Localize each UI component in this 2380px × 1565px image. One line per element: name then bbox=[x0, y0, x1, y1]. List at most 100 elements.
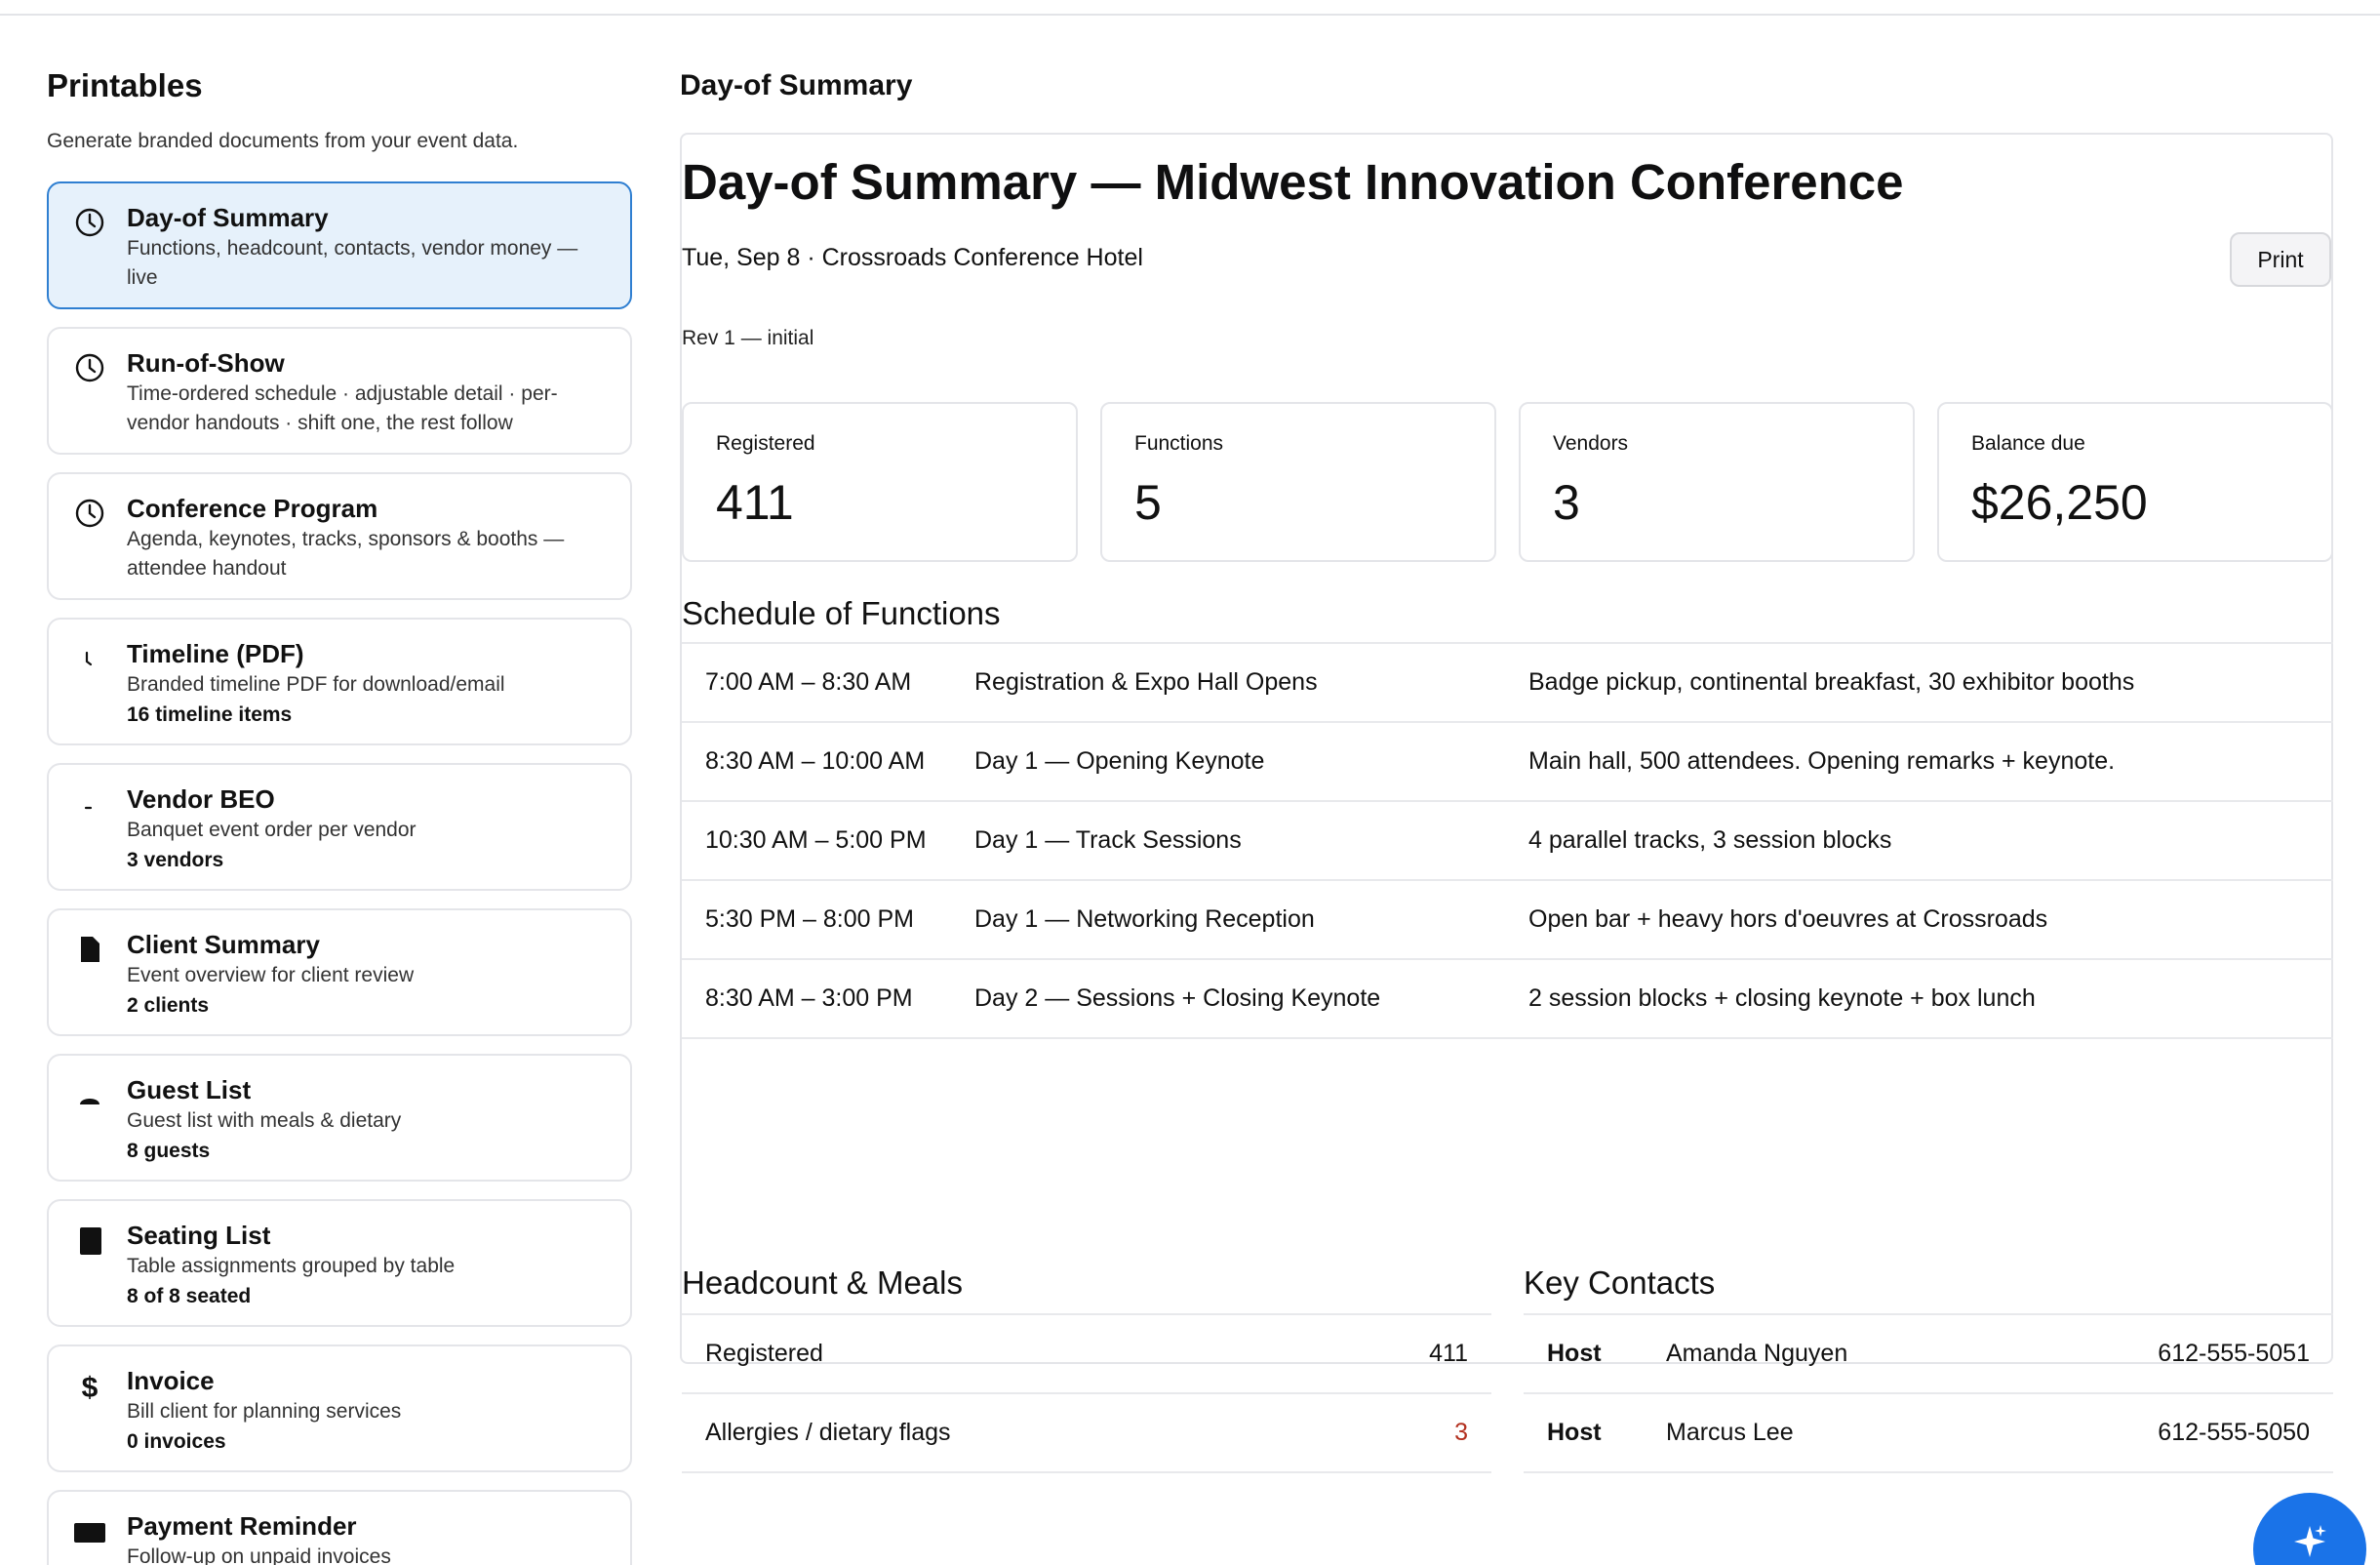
function-time: 10:30 AM – 5:00 PM bbox=[705, 826, 927, 854]
card-title: Day-of Summary bbox=[127, 203, 329, 232]
stat-label: Vendors bbox=[1553, 432, 1629, 455]
card-count: 16 timeline items bbox=[127, 703, 293, 726]
dash-icon bbox=[72, 786, 107, 822]
headcount-value: 411 bbox=[1429, 1340, 1468, 1367]
clock-icon bbox=[72, 496, 107, 531]
stat-vendors: Vendors 3 bbox=[1519, 402, 1915, 562]
document-title: Day-of Summary — Midwest Innovation Conf… bbox=[682, 154, 1904, 210]
dietary-flag-count: 3 bbox=[1454, 1419, 1468, 1446]
clock-icon bbox=[72, 350, 107, 385]
card-title: Invoice bbox=[127, 1366, 215, 1395]
printable-guest-list[interactable]: Guest List Guest list with meals & dieta… bbox=[47, 1054, 632, 1182]
card-title: Guest List bbox=[127, 1075, 252, 1104]
stat-label: Balance due bbox=[1971, 432, 2085, 455]
table-row: Registered 411 bbox=[682, 1315, 1491, 1394]
stat-label: Registered bbox=[716, 432, 815, 455]
person-icon bbox=[72, 1077, 107, 1112]
card-title: Timeline (PDF) bbox=[127, 639, 304, 668]
timeline-icon bbox=[72, 641, 107, 676]
stat-balance-due: Balance due $26,250 bbox=[1937, 402, 2333, 562]
stat-value: 3 bbox=[1553, 475, 1580, 530]
svg-text:$: $ bbox=[82, 1372, 99, 1401]
dollar-icon: $ bbox=[72, 1368, 107, 1403]
printables-sidebar: Printables Generate branded documents fr… bbox=[47, 59, 632, 1565]
bookmark-icon bbox=[72, 1223, 107, 1258]
stat-value: $26,250 bbox=[1971, 475, 2148, 530]
card-desc: Event overview for client review bbox=[127, 964, 415, 986]
contact-role: Host bbox=[1547, 1419, 1602, 1446]
table-row: Host Marcus Lee 612-555-5050 bbox=[1524, 1394, 2333, 1473]
printable-conference-program[interactable]: Conference Program Agenda, keynotes, tra… bbox=[47, 472, 632, 600]
stat-functions: Functions 5 bbox=[1100, 402, 1496, 562]
document-icon bbox=[72, 932, 107, 967]
assistant-fab-button[interactable] bbox=[2253, 1493, 2366, 1565]
clock-icon bbox=[72, 205, 107, 240]
card-count: 8 guests bbox=[127, 1140, 211, 1162]
top-divider bbox=[0, 14, 2380, 16]
card-desc: Banquet event order per vendor bbox=[127, 819, 416, 841]
card-desc: Agenda, keynotes, tracks, sponsors & boo… bbox=[127, 528, 565, 580]
document-subtitle: Tue, Sep 8 · Crossroads Conference Hotel bbox=[682, 244, 1143, 271]
function-note: 4 parallel tracks, 3 session blocks bbox=[1528, 826, 1892, 854]
document-preview: Day-of Summary — Midwest Innovation Conf… bbox=[680, 133, 2333, 1473]
table-row: Host Amanda Nguyen 612-555-5051 bbox=[1524, 1315, 2333, 1394]
sidebar-subtitle: Generate branded documents from your eve… bbox=[47, 130, 519, 152]
contact-name: Marcus Lee bbox=[1666, 1419, 1794, 1446]
revision-label: Rev 1 — initial bbox=[682, 327, 814, 349]
printable-payment-reminder[interactable]: Payment Reminder Follow-up on unpaid inv… bbox=[47, 1490, 632, 1565]
table-row: 10:30 AM – 5:00 PM Day 1 — Track Session… bbox=[682, 802, 2333, 881]
function-time: 8:30 AM – 3:00 PM bbox=[705, 984, 913, 1012]
function-time: 5:30 PM – 8:00 PM bbox=[705, 905, 915, 933]
stat-value: 5 bbox=[1134, 475, 1162, 530]
function-note: 2 session blocks + closing keynote + box… bbox=[1528, 984, 2036, 1012]
table-row: 7:00 AM – 8:30 AM Registration & Expo Ha… bbox=[682, 644, 2333, 723]
function-name: Day 2 — Sessions + Closing Keynote bbox=[974, 984, 1381, 1012]
stat-label: Functions bbox=[1134, 432, 1224, 455]
card-desc: Branded timeline PDF for download/email bbox=[127, 673, 505, 696]
card-icon bbox=[72, 1513, 107, 1548]
card-title: Payment Reminder bbox=[127, 1511, 357, 1541]
card-title: Vendor BEO bbox=[127, 784, 275, 814]
card-desc: Table assignments grouped by table bbox=[127, 1255, 456, 1277]
stat-registered: Registered 411 bbox=[682, 402, 1078, 562]
card-desc: Time-ordered schedule · adjustable detai… bbox=[127, 382, 558, 434]
printable-vendor-beo[interactable]: Vendor BEO Banquet event order per vendo… bbox=[47, 763, 632, 891]
contacts-heading: Key Contacts bbox=[1524, 1264, 1716, 1301]
function-time: 8:30 AM – 10:00 AM bbox=[705, 747, 926, 775]
card-count: 3 vendors bbox=[127, 849, 224, 871]
contact-phone: 612-555-5050 bbox=[2158, 1419, 2310, 1446]
card-count: 8 of 8 seated bbox=[127, 1285, 252, 1307]
function-note: Main hall, 500 attendees. Opening remark… bbox=[1528, 747, 2116, 775]
printable-timeline-pdf[interactable]: Timeline (PDF) Branded timeline PDF for … bbox=[47, 618, 632, 745]
card-title: Run-of-Show bbox=[127, 348, 285, 378]
contact-role: Host bbox=[1547, 1340, 1602, 1367]
card-title: Client Summary bbox=[127, 930, 320, 959]
card-desc: Bill client for planning services bbox=[127, 1400, 402, 1423]
table-row: 5:30 PM – 8:00 PM Day 1 — Networking Rec… bbox=[682, 881, 2333, 960]
printable-run-of-show[interactable]: Run-of-Show Time-ordered schedule · adju… bbox=[47, 327, 632, 455]
card-title: Seating List bbox=[127, 1221, 271, 1250]
card-desc: Guest list with meals & dietary bbox=[127, 1109, 402, 1132]
table-row: Allergies / dietary flags 3 bbox=[682, 1394, 1491, 1473]
sparkle-icon bbox=[2290, 1522, 2329, 1565]
function-name: Registration & Expo Hall Opens bbox=[974, 668, 1318, 696]
stats-row: Registered 411 Functions 5 Vendors 3 Bal… bbox=[682, 402, 2333, 562]
printable-client-summary[interactable]: Client Summary Event overview for client… bbox=[47, 908, 632, 1036]
card-desc: Follow-up on unpaid invoices bbox=[127, 1545, 391, 1565]
printable-day-of-summary[interactable]: Day-of Summary Functions, headcount, con… bbox=[47, 181, 632, 309]
contacts-table: Host Amanda Nguyen 612-555-5051 Host Mar… bbox=[1524, 1313, 2333, 1473]
table-row: 8:30 AM – 10:00 AM Day 1 — Opening Keyno… bbox=[682, 723, 2333, 802]
print-button[interactable]: Print bbox=[2230, 232, 2331, 287]
function-note: Open bar + heavy hors d'oeuvres at Cross… bbox=[1528, 905, 2048, 933]
schedule-heading: Schedule of Functions bbox=[682, 595, 1001, 631]
printable-seating-list[interactable]: Seating List Table assignments grouped b… bbox=[47, 1199, 632, 1327]
function-name: Day 1 — Track Sessions bbox=[974, 826, 1242, 854]
printable-invoice[interactable]: $ Invoice Bill client for planning servi… bbox=[47, 1344, 632, 1472]
card-desc: Functions, headcount, contacts, vendor m… bbox=[127, 237, 578, 289]
page-title: Day-of Summary bbox=[680, 69, 913, 101]
sidebar-title: Printables bbox=[47, 67, 203, 103]
headcount-heading: Headcount & Meals bbox=[682, 1264, 963, 1301]
contact-phone: 612-555-5051 bbox=[2158, 1340, 2310, 1367]
card-title: Conference Program bbox=[127, 494, 378, 523]
card-count: 2 clients bbox=[127, 994, 210, 1017]
